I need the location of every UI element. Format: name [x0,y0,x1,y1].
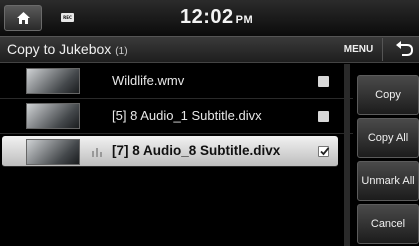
file-list: Wildlife.wmv [5] 8 Audio_1 Subtitle.divx… [0,64,353,246]
list-item[interactable]: Wildlife.wmv [0,64,353,99]
copy-all-button[interactable]: Copy All [357,118,419,158]
action-panel: Copy Copy All Unmark All Cancel [353,63,419,246]
page-title-text: Copy to Jukebox [7,41,112,57]
video-thumbnail [26,103,80,129]
file-name: Wildlife.wmv [112,73,185,88]
title-bar: Copy to Jukebox (1) MENU [0,36,419,63]
list-item[interactable]: [5] 8 Audio_1 Subtitle.divx [0,99,353,134]
checkbox[interactable] [318,111,329,122]
cancel-button[interactable]: Cancel [357,204,419,244]
list-item-selected[interactable]: [7] 8 Audio_8 Subtitle.divx [2,136,338,167]
selection-count: (1) [115,46,128,57]
video-thumbnail [26,139,80,165]
file-name: [7] 8 Audio_8 Subtitle.divx [112,143,281,158]
page-title: Copy to Jukebox (1) [7,41,128,57]
rec-icon: REC [61,13,74,22]
scrollbar-thumb[interactable] [344,64,350,246]
file-name: [5] 8 Audio_1 Subtitle.divx [112,108,262,123]
status-bar: REC 12:02 PM [0,0,419,36]
scrollbar[interactable] [344,64,350,246]
clock: 12:02 PM [180,6,253,29]
back-arrow-icon [396,41,414,56]
back-button[interactable] [392,39,416,61]
checkbox-checked[interactable] [318,146,330,157]
home-button[interactable] [4,5,42,31]
checkmark-icon [320,147,330,156]
checkbox[interactable] [318,76,329,87]
copy-button[interactable]: Copy [357,75,419,115]
clock-time: 12:02 [180,6,234,28]
home-icon [17,12,30,24]
video-thumbnail [26,68,80,94]
unmark-all-button[interactable]: Unmark All [357,161,419,201]
now-playing-icon [92,148,102,157]
clock-ampm: PM [235,14,254,26]
menu-button[interactable]: MENU [335,38,383,61]
